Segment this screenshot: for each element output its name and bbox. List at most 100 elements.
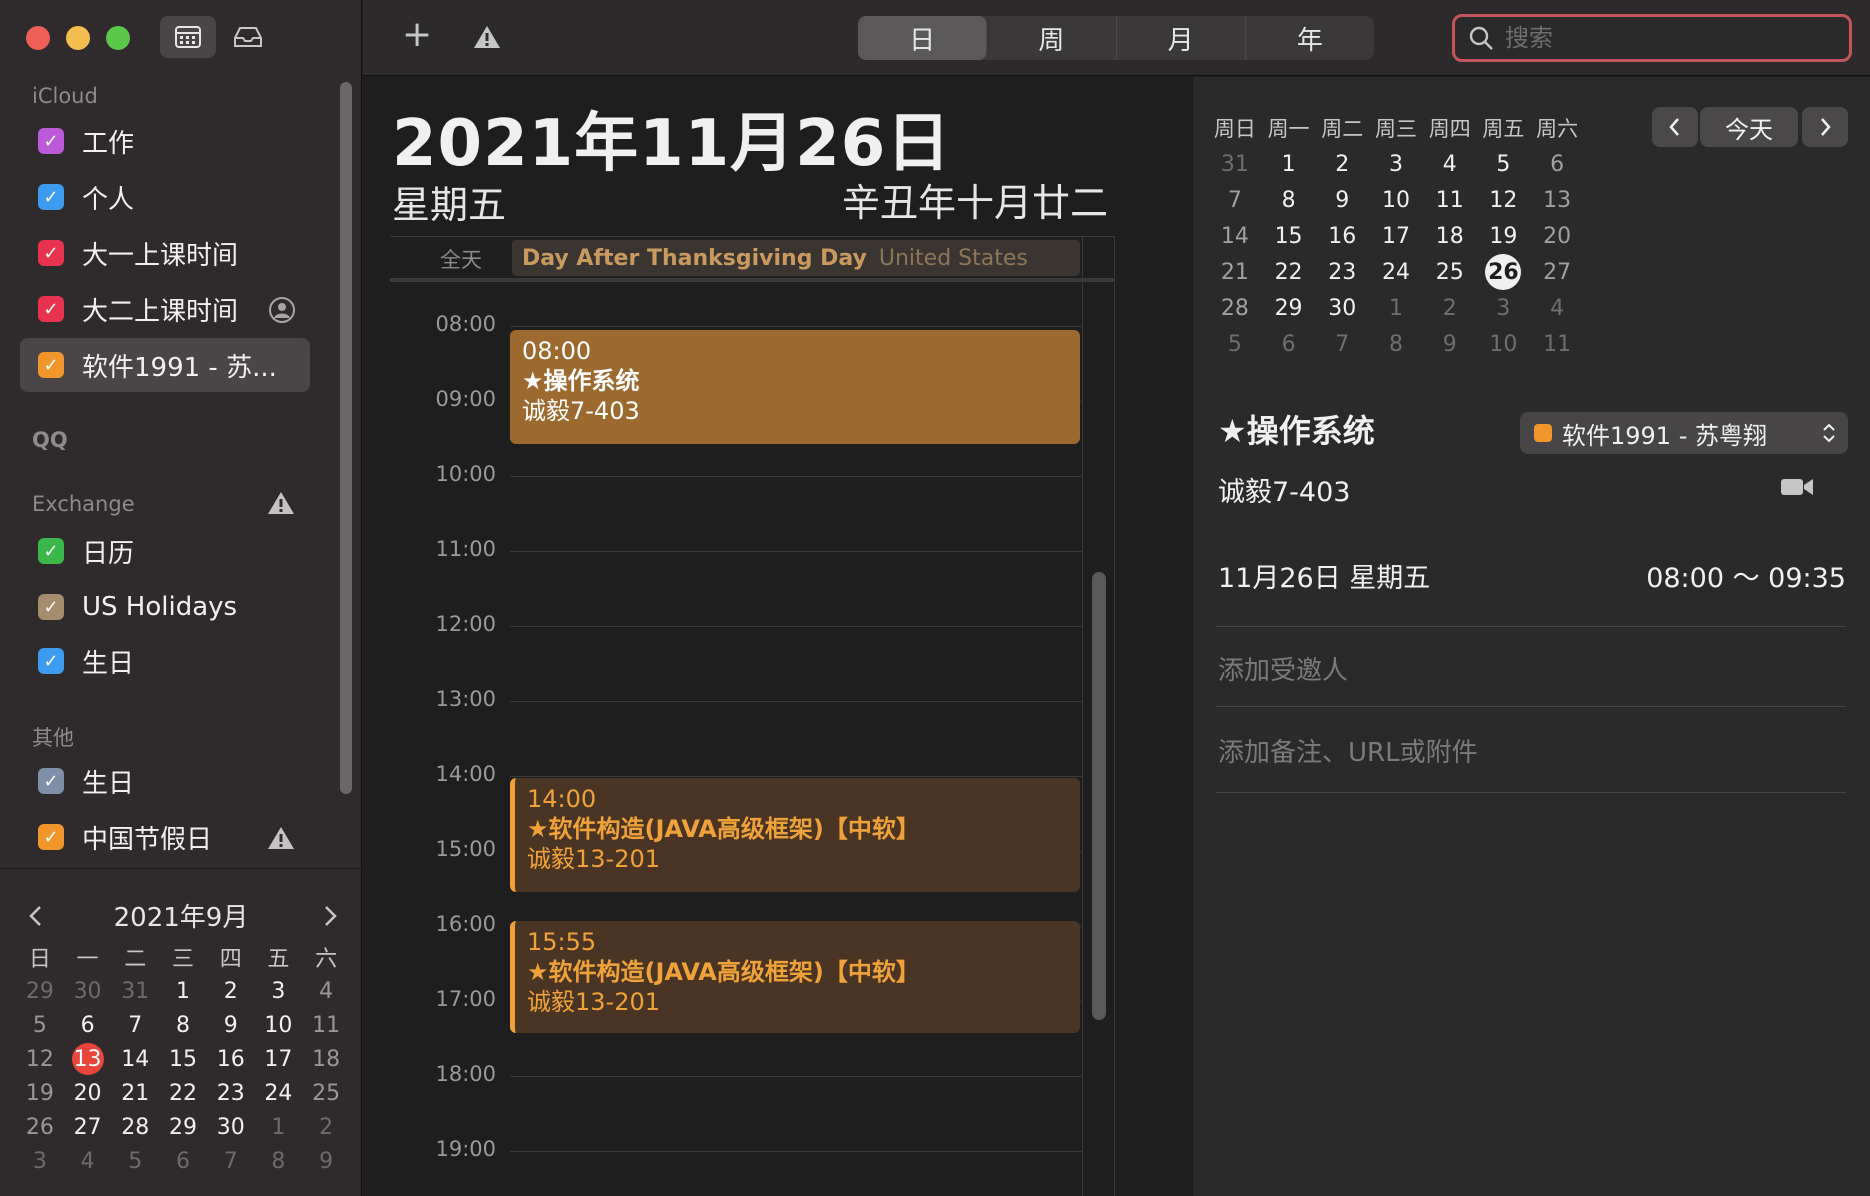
calendar-item-freshman-classes[interactable]: ✓ 大一上课时间 (20, 226, 310, 280)
month-calendar-day[interactable]: 18 (1423, 218, 1477, 254)
month-calendar-day[interactable]: 6 (1530, 146, 1584, 182)
mini-calendar-day[interactable]: 27 (64, 1110, 112, 1144)
checkbox-checked[interactable]: ✓ (38, 824, 64, 850)
mini-calendar-day[interactable]: 5 (111, 1144, 159, 1178)
month-calendar-day[interactable]: 31 (1208, 146, 1262, 182)
mini-calendar-day[interactable]: 29 (16, 974, 64, 1008)
month-calendar-day[interactable]: 20 (1530, 218, 1584, 254)
month-calendar-day[interactable]: 9 (1423, 326, 1477, 362)
mini-calendar-day[interactable]: 1 (255, 1110, 303, 1144)
month-calendar-day[interactable]: 25 (1423, 254, 1477, 290)
calendar-item-work[interactable]: ✓ 工作 (20, 114, 310, 168)
month-calendar-day[interactable]: 7 (1208, 182, 1262, 218)
inspector-location[interactable]: 诚毅7-403 (1218, 470, 1350, 509)
checkbox-checked[interactable]: ✓ (38, 184, 64, 210)
month-calendar-day[interactable]: 3 (1369, 146, 1423, 182)
mini-calendar-day[interactable]: 28 (111, 1110, 159, 1144)
month-calendar-day[interactable]: 23 (1315, 254, 1369, 290)
next-month-button[interactable] (1802, 107, 1848, 147)
minimize-window-button[interactable] (66, 26, 90, 50)
month-calendar-day[interactable]: 17 (1369, 218, 1423, 254)
add-event-button[interactable]: + (402, 14, 432, 55)
month-calendar-day[interactable]: 24 (1369, 254, 1423, 290)
calendar-item-exchange-calendar[interactable]: ✓ 日历 (20, 524, 310, 578)
month-calendar-day[interactable]: 2 (1423, 290, 1477, 326)
month-calendar-day[interactable]: 9 (1315, 182, 1369, 218)
today-button[interactable]: 今天 (1700, 107, 1798, 147)
month-calendar-day[interactable]: 28 (1208, 290, 1262, 326)
calendar-popup-button[interactable]: 软件1991 - 苏粤翔 (1520, 412, 1848, 454)
month-calendar-day[interactable]: 10 (1477, 326, 1531, 362)
mini-calendar-day[interactable]: 6 (159, 1144, 207, 1178)
calendar-item-birthdays[interactable]: ✓ 生日 (20, 754, 310, 808)
checkbox-checked[interactable]: ✓ (38, 128, 64, 154)
event-operating-systems[interactable]: 08:00 ★操作系统 诚毅7-403 (510, 330, 1080, 444)
inspector-event-title[interactable]: ★操作系统 (1218, 406, 1375, 452)
day-view-scrollbar[interactable] (1092, 572, 1106, 1020)
mini-calendar-day[interactable]: 12 (16, 1042, 64, 1076)
mini-calendar-day[interactable]: 6 (64, 1008, 112, 1042)
mini-calendar-day[interactable]: 16 (207, 1042, 255, 1076)
calendar-list-toggle-button[interactable] (160, 16, 216, 58)
month-calendar-day[interactable]: 10 (1369, 182, 1423, 218)
zoom-window-button[interactable] (106, 26, 130, 50)
month-calendar-day[interactable]: 16 (1315, 218, 1369, 254)
mini-calendar-day[interactable]: 22 (159, 1076, 207, 1110)
mini-calendar-day[interactable]: 14 (111, 1042, 159, 1076)
calendar-item-personal[interactable]: ✓ 个人 (20, 170, 310, 224)
mini-calendar-day[interactable]: 30 (64, 974, 112, 1008)
inspector-date[interactable]: 11月26日 星期五 (1218, 556, 1430, 595)
warning-icon[interactable] (266, 825, 296, 851)
mini-calendar-day[interactable]: 20 (64, 1076, 112, 1110)
mini-calendar-day[interactable]: 29 (159, 1110, 207, 1144)
view-tab[interactable]: 年 (1246, 16, 1374, 60)
mini-calendar-day[interactable]: 3 (255, 974, 303, 1008)
calendar-item-sophomore-classes[interactable]: ✓ 大二上课时间 (20, 282, 310, 336)
inbox-button[interactable] (220, 16, 276, 58)
month-calendar-day[interactable]: 6 (1262, 326, 1316, 362)
checkbox-checked[interactable]: ✓ (38, 538, 64, 564)
video-camera-icon[interactable] (1780, 476, 1814, 498)
month-calendar-day[interactable]: 1 (1262, 146, 1316, 182)
warning-icon[interactable] (472, 24, 502, 50)
search-field[interactable] (1452, 14, 1852, 62)
mini-calendar-day[interactable]: 8 (255, 1144, 303, 1178)
view-tab[interactable]: 周 (987, 16, 1117, 60)
month-calendar-day[interactable]: 4 (1530, 290, 1584, 326)
chevron-right-icon[interactable] (320, 904, 340, 928)
close-window-button[interactable] (26, 26, 50, 50)
mini-calendar-day[interactable]: 17 (255, 1042, 303, 1076)
mini-calendar-day[interactable]: 11 (302, 1008, 350, 1042)
mini-calendar-day[interactable]: 8 (159, 1008, 207, 1042)
mini-calendar-day[interactable]: 24 (255, 1076, 303, 1110)
calendar-item-software1991[interactable]: ✓ 软件1991 - 苏... (20, 338, 310, 392)
mini-calendar-day[interactable]: 31 (111, 974, 159, 1008)
month-calendar-selected-day[interactable]: 26 (1477, 254, 1531, 290)
mini-calendar-day[interactable]: 25 (302, 1076, 350, 1110)
warning-icon[interactable] (266, 490, 296, 516)
add-notes-field[interactable]: 添加备注、URL或附件 (1218, 732, 1478, 769)
month-calendar-day[interactable]: 14 (1208, 218, 1262, 254)
mini-calendar-day[interactable]: 2 (302, 1110, 350, 1144)
view-tab[interactable]: 月 (1117, 16, 1246, 60)
mini-calendar-day[interactable]: 9 (207, 1008, 255, 1042)
month-calendar-day[interactable]: 13 (1530, 182, 1584, 218)
month-calendar-day[interactable]: 21 (1208, 254, 1262, 290)
month-calendar-day[interactable]: 22 (1262, 254, 1316, 290)
checkbox-checked[interactable]: ✓ (38, 296, 64, 322)
month-calendar-day[interactable]: 7 (1315, 326, 1369, 362)
view-tab[interactable]: 日 (858, 16, 988, 60)
mini-calendar-day[interactable]: 9 (302, 1144, 350, 1178)
mini-calendar-day[interactable]: 5 (16, 1008, 64, 1042)
mini-calendar-day[interactable]: 23 (207, 1076, 255, 1110)
sidebar-scrollbar[interactable] (340, 82, 352, 794)
mini-calendar-day[interactable]: 30 (207, 1110, 255, 1144)
mini-calendar-day[interactable]: 4 (64, 1144, 112, 1178)
month-calendar-day[interactable]: 5 (1208, 326, 1262, 362)
checkbox-checked[interactable]: ✓ (38, 648, 64, 674)
event-software-construction-1[interactable]: 14:00 ★软件构造(JAVA高级框架)【中软】 诚毅13-201 (510, 778, 1080, 892)
checkbox-checked[interactable]: ✓ (38, 594, 64, 620)
mini-calendar-day[interactable]: 2 (207, 974, 255, 1008)
mini-calendar-day[interactable]: 21 (111, 1076, 159, 1110)
mini-calendar-day[interactable]: 15 (159, 1042, 207, 1076)
